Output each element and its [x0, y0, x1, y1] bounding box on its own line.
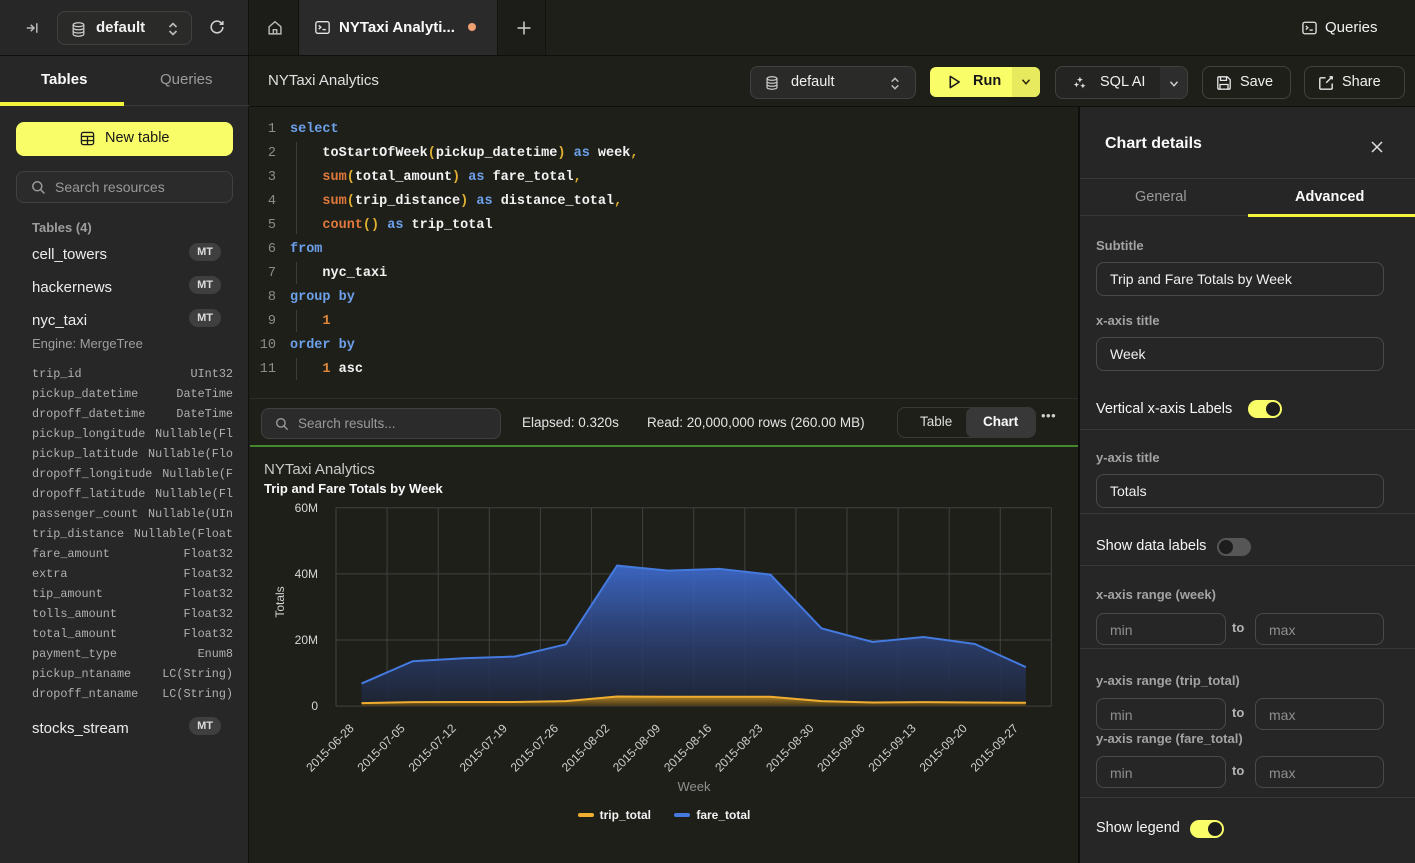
svg-text:2015-07-12: 2015-07-12 [406, 721, 460, 775]
svg-text:Totals: Totals [273, 586, 287, 617]
svg-text:2015-07-19: 2015-07-19 [457, 721, 511, 775]
svg-text:2015-08-02: 2015-08-02 [559, 721, 613, 775]
svg-text:2015-08-16: 2015-08-16 [661, 721, 715, 775]
svg-text:2015-09-20: 2015-09-20 [917, 721, 971, 775]
svg-text:Week: Week [678, 779, 711, 794]
svg-text:2015-06-28: 2015-06-28 [303, 721, 357, 775]
svg-text:2015-08-09: 2015-08-09 [610, 721, 664, 775]
svg-text:40M: 40M [295, 567, 318, 581]
svg-text:60M: 60M [295, 501, 318, 515]
svg-text:2015-09-27: 2015-09-27 [968, 721, 1022, 775]
svg-text:2015-08-30: 2015-08-30 [763, 721, 817, 775]
svg-text:2015-07-26: 2015-07-26 [508, 721, 562, 775]
svg-text:2015-09-13: 2015-09-13 [865, 721, 919, 775]
svg-text:2015-09-06: 2015-09-06 [814, 721, 868, 775]
svg-text:2015-08-23: 2015-08-23 [712, 721, 766, 775]
svg-text:0: 0 [311, 699, 318, 713]
svg-text:2015-07-05: 2015-07-05 [354, 721, 408, 775]
svg-text:20M: 20M [295, 633, 318, 647]
